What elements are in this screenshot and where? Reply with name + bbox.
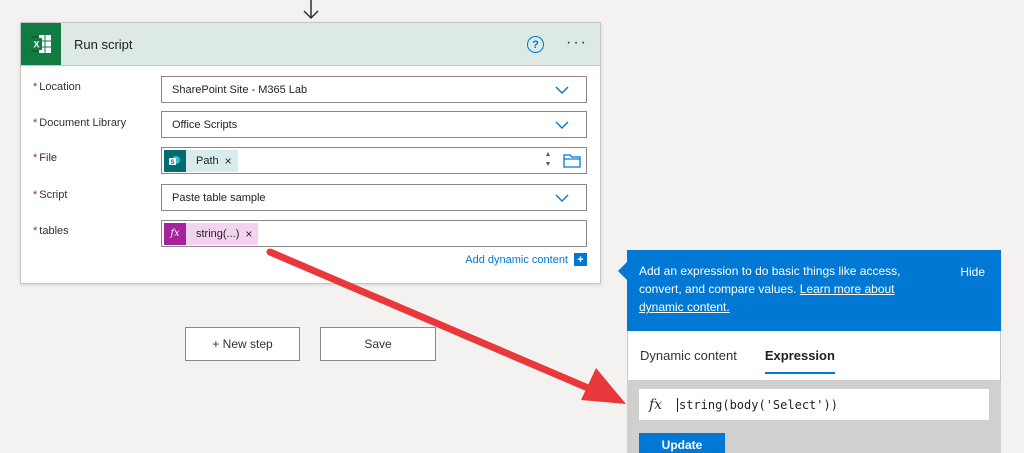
expression-panel: Add an expression to do basic things lik… <box>618 250 1001 453</box>
required-marker: * <box>33 81 38 93</box>
stepper-icon[interactable]: ▲ ▼ <box>543 150 553 170</box>
tab-dynamic-content[interactable]: Dynamic content <box>640 331 737 380</box>
script-label: * Script <box>33 189 67 201</box>
help-icon[interactable]: ? <box>527 36 544 53</box>
panel-description: Add an expression to do basic things lik… <box>639 262 935 316</box>
document-library-value: Office Scripts <box>172 118 238 131</box>
path-token[interactable]: S Path × <box>164 149 238 172</box>
location-label: * Location <box>33 81 81 93</box>
add-dynamic-content-label: Add dynamic content <box>465 253 568 266</box>
location-dropdown[interactable]: SharePoint Site - M365 Lab <box>161 76 587 103</box>
update-button[interactable]: Update <box>639 433 725 453</box>
save-button[interactable]: Save <box>320 327 436 361</box>
tables-label-text: tables <box>39 225 69 237</box>
file-input[interactable]: S Path × ▲ ▼ <box>161 147 587 174</box>
chevron-down-icon <box>555 121 569 129</box>
location-label-text: Location <box>39 81 81 93</box>
script-dropdown[interactable]: Paste table sample <box>161 184 587 211</box>
folder-icon[interactable] <box>563 152 581 168</box>
script-value: Paste table sample <box>172 191 266 204</box>
tables-input[interactable]: fx string(...) × <box>161 220 587 247</box>
required-marker: * <box>33 152 38 164</box>
sharepoint-icon: S <box>164 149 186 172</box>
card-title: Run script <box>74 36 133 52</box>
card-header[interactable]: X Run script ? ··· <box>21 23 600 66</box>
path-token-label: Path <box>186 149 227 172</box>
file-label: * File <box>33 152 57 164</box>
fx-icon: fx <box>649 396 663 413</box>
hide-button[interactable]: Hide <box>960 263 985 281</box>
document-library-dropdown[interactable]: Office Scripts <box>161 111 587 138</box>
chevron-down-icon <box>555 86 569 94</box>
expression-input[interactable]: fx string(body('Select')) <box>639 389 989 420</box>
fx-icon: fx <box>164 222 186 245</box>
expression-editor: fx string(body('Select')) Update <box>627 380 1001 453</box>
new-step-button[interactable]: + New step <box>185 327 300 361</box>
required-marker: * <box>33 189 38 201</box>
remove-token-icon[interactable]: × <box>224 149 238 172</box>
remove-token-icon[interactable]: × <box>245 222 259 245</box>
string-expression-token[interactable]: fx string(...) × <box>164 222 259 245</box>
string-token-label: string(...) <box>186 222 248 245</box>
required-marker: * <box>33 117 38 129</box>
svg-text:X: X <box>33 40 39 50</box>
run-script-card: X Run script ? ··· * Location SharePoint … <box>20 22 601 284</box>
svg-text:S: S <box>170 160 174 166</box>
arrow-down-icon <box>303 0 319 20</box>
script-label-text: Script <box>39 189 68 201</box>
panel-header: Add an expression to do basic things lik… <box>627 250 1001 331</box>
required-marker: * <box>33 225 38 237</box>
file-label-text: File <box>39 152 58 164</box>
panel-tabs: Dynamic content Expression <box>627 331 1001 380</box>
tab-expression[interactable]: Expression <box>764 331 836 380</box>
add-dynamic-content-link[interactable]: Add dynamic content + <box>465 253 587 266</box>
expression-text: string(body('Select')) <box>677 397 838 412</box>
document-library-label: * Document Library <box>33 117 126 129</box>
location-value: SharePoint Site - M365 Lab <box>172 83 308 96</box>
excel-icon: X <box>21 23 61 65</box>
more-options-icon[interactable]: ··· <box>566 34 588 52</box>
document-library-label-text: Document Library <box>39 117 127 129</box>
plus-icon: + <box>574 253 587 266</box>
chevron-down-icon <box>555 194 569 202</box>
tables-label: * tables <box>33 225 69 237</box>
